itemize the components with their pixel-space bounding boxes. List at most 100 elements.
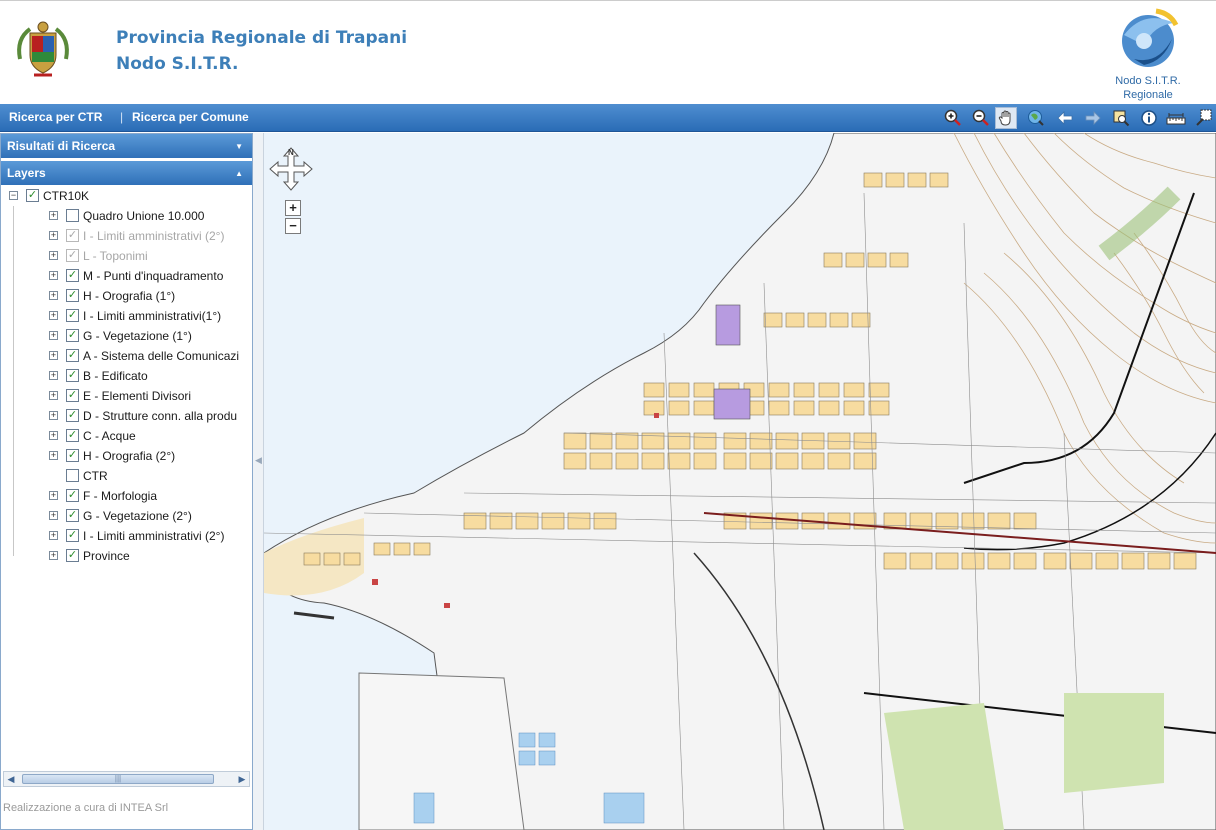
expand-icon[interactable]: + (49, 211, 58, 220)
expand-icon[interactable]: + (49, 531, 58, 540)
expand-icon[interactable]: + (49, 391, 58, 400)
map-view[interactable] (264, 133, 1216, 830)
scroll-left-icon[interactable]: ◀ (4, 772, 18, 786)
expand-icon[interactable]: + (49, 551, 58, 560)
map-zoom-in-button[interactable]: + (285, 200, 301, 216)
pan-hand-icon[interactable] (995, 107, 1017, 129)
layer-checkbox[interactable]: ✓ (66, 529, 79, 542)
layer-checkbox[interactable]: ✓ (66, 449, 79, 462)
tree-item[interactable]: + ✓ M - Punti d'inquadramento (1, 266, 252, 286)
layer-checkbox[interactable]: ✓ (66, 289, 79, 302)
layer-checkbox[interactable]: ✓ (66, 549, 79, 562)
toolbar: Ricerca per CTR | Ricerca per Comune (0, 104, 1216, 132)
tree-item[interactable]: + Quadro Unione 10.000 (1, 206, 252, 226)
expand-icon[interactable]: + (49, 331, 58, 340)
zoom-out-icon[interactable] (970, 107, 992, 129)
tree-item[interactable]: + ✓ I - Limiti amministrativi(1°) (1, 306, 252, 326)
tree-item[interactable]: + ✓ I - Limiti amministrativi (2°) (1, 226, 252, 246)
globe-full-extent-icon[interactable] (1025, 107, 1047, 129)
layer-label: I - Limiti amministrativi (2°) (83, 529, 225, 543)
search-by-ctr-link[interactable]: Ricerca per CTR (9, 110, 102, 124)
tree-item[interactable]: + ✓ F - Morfologia (1, 486, 252, 506)
layer-checkbox[interactable] (66, 209, 79, 222)
layer-checkbox[interactable]: ✓ (66, 389, 79, 402)
layer-checkbox[interactable]: ✓ (66, 349, 79, 362)
expand-icon[interactable]: + (49, 511, 58, 520)
layer-checkbox[interactable]: ✓ (66, 369, 79, 382)
results-panel-header[interactable]: Risultati di Ricerca ▼ (1, 134, 252, 158)
layer-checkbox[interactable] (66, 469, 79, 482)
layer-label: I - Limiti amministrativi (2°) (83, 229, 225, 243)
layer-checkbox[interactable]: ✓ (66, 509, 79, 522)
layer-checkbox[interactable]: ✓ (66, 409, 79, 422)
tree-item[interactable]: + ✓ D - Strutture conn. alla produ (1, 406, 252, 426)
tree-item[interactable]: + ✓ G - Vegetazione (2°) (1, 506, 252, 526)
layer-checkbox: ✓ (66, 229, 79, 242)
zoom-in-icon[interactable] (942, 107, 964, 129)
layer-label: L - Toponimi (83, 249, 148, 263)
search-by-comune-link[interactable]: Ricerca per Comune (132, 110, 249, 124)
layer-label: CTR (83, 469, 108, 483)
expand-icon[interactable]: + (49, 311, 58, 320)
tree-items: + Quadro Unione 10.000 + ✓ I - Limiti ammini… (1, 206, 252, 566)
info-icon[interactable] (1138, 107, 1160, 129)
logo-text-line2: Regionale (1123, 89, 1173, 101)
scroll-right-icon[interactable]: ▶ (235, 772, 249, 786)
tree-item[interactable]: + ✓ A - Sistema delle Comunicazi (1, 346, 252, 366)
tree-item[interactable]: + ✓ G - Vegetazione (1°) (1, 326, 252, 346)
pan-control[interactable]: N (268, 147, 314, 191)
tree-item[interactable]: + ✓ H - Orografia (1°) (1, 286, 252, 306)
chevron-up-icon[interactable]: ▲ (235, 169, 243, 178)
root-checkbox[interactable]: ✓ (26, 189, 39, 202)
panel-splitter[interactable]: ◀ (253, 133, 264, 830)
select-tool-icon[interactable] (1193, 107, 1215, 129)
expand-icon[interactable]: + (49, 371, 58, 380)
layers-panel-title: Layers (7, 166, 46, 180)
tree-item[interactable]: + ✓ C - Acque (1, 426, 252, 446)
layer-checkbox[interactable]: ✓ (66, 269, 79, 282)
page-subtitle: Nodo S.I.T.R. (116, 54, 239, 74)
layers-panel-header[interactable]: Layers ▲ (1, 161, 252, 185)
layer-checkbox[interactable]: ✓ (66, 489, 79, 502)
scrollbar-thumb[interactable]: ||| (22, 774, 214, 784)
tree-item[interactable]: + ✓ E - Elementi Divisori (1, 386, 252, 406)
chevron-down-icon[interactable]: ▼ (235, 142, 243, 151)
map-zoom-out-button[interactable]: − (285, 218, 301, 234)
left-panel: Risultati di Ricerca ▼ Layers ▲ − ✓ CTR1… (0, 133, 253, 830)
expand-icon[interactable]: + (49, 491, 58, 500)
map-canvas (264, 133, 1216, 830)
tree-item[interactable]: + ✓ Province (1, 546, 252, 566)
layer-checkbox: ✓ (66, 249, 79, 262)
zoom-box-icon[interactable] (1110, 107, 1132, 129)
tree-item[interactable]: CTR (1, 466, 252, 486)
layer-label: A - Sistema delle Comunicazi (83, 349, 240, 363)
layer-label: C - Acque (83, 429, 136, 443)
expand-icon[interactable]: + (49, 251, 58, 260)
sitr-logo: Nodo S.I.T.R. Regionale (1108, 5, 1188, 103)
collapse-icon[interactable]: − (9, 191, 18, 200)
expand-icon[interactable]: + (49, 411, 58, 420)
layer-label: H - Orografia (1°) (83, 289, 176, 303)
measure-ruler-icon[interactable] (1165, 107, 1187, 129)
tree-root: − ✓ CTR10K (1, 186, 252, 206)
tree-item[interactable]: + ✓ H - Orografia (2°) (1, 446, 252, 466)
layer-checkbox[interactable]: ✓ (66, 329, 79, 342)
tree-item[interactable]: + ✓ L - Toponimi (1, 246, 252, 266)
collapse-panel-icon[interactable]: ◀ (255, 455, 262, 466)
horizontal-scrollbar[interactable]: ◀ ||| ▶ (3, 771, 250, 787)
layer-label: B - Edificato (83, 369, 148, 383)
expand-icon[interactable]: + (49, 291, 58, 300)
back-arrow-icon[interactable] (1054, 107, 1076, 129)
expand-icon[interactable]: + (49, 451, 58, 460)
expand-icon[interactable]: + (49, 271, 58, 280)
header: Provincia Regionale di Trapani Nodo S.I.… (0, 0, 1216, 104)
page-title: Provincia Regionale di Trapani (116, 28, 408, 48)
forward-arrow-icon[interactable] (1082, 107, 1104, 129)
expand-icon[interactable]: + (49, 431, 58, 440)
layer-checkbox[interactable]: ✓ (66, 309, 79, 322)
expand-icon[interactable]: + (49, 231, 58, 240)
expand-icon[interactable]: + (49, 351, 58, 360)
tree-item[interactable]: + ✓ B - Edificato (1, 366, 252, 386)
layer-checkbox[interactable]: ✓ (66, 429, 79, 442)
tree-item[interactable]: + ✓ I - Limiti amministrativi (2°) (1, 526, 252, 546)
